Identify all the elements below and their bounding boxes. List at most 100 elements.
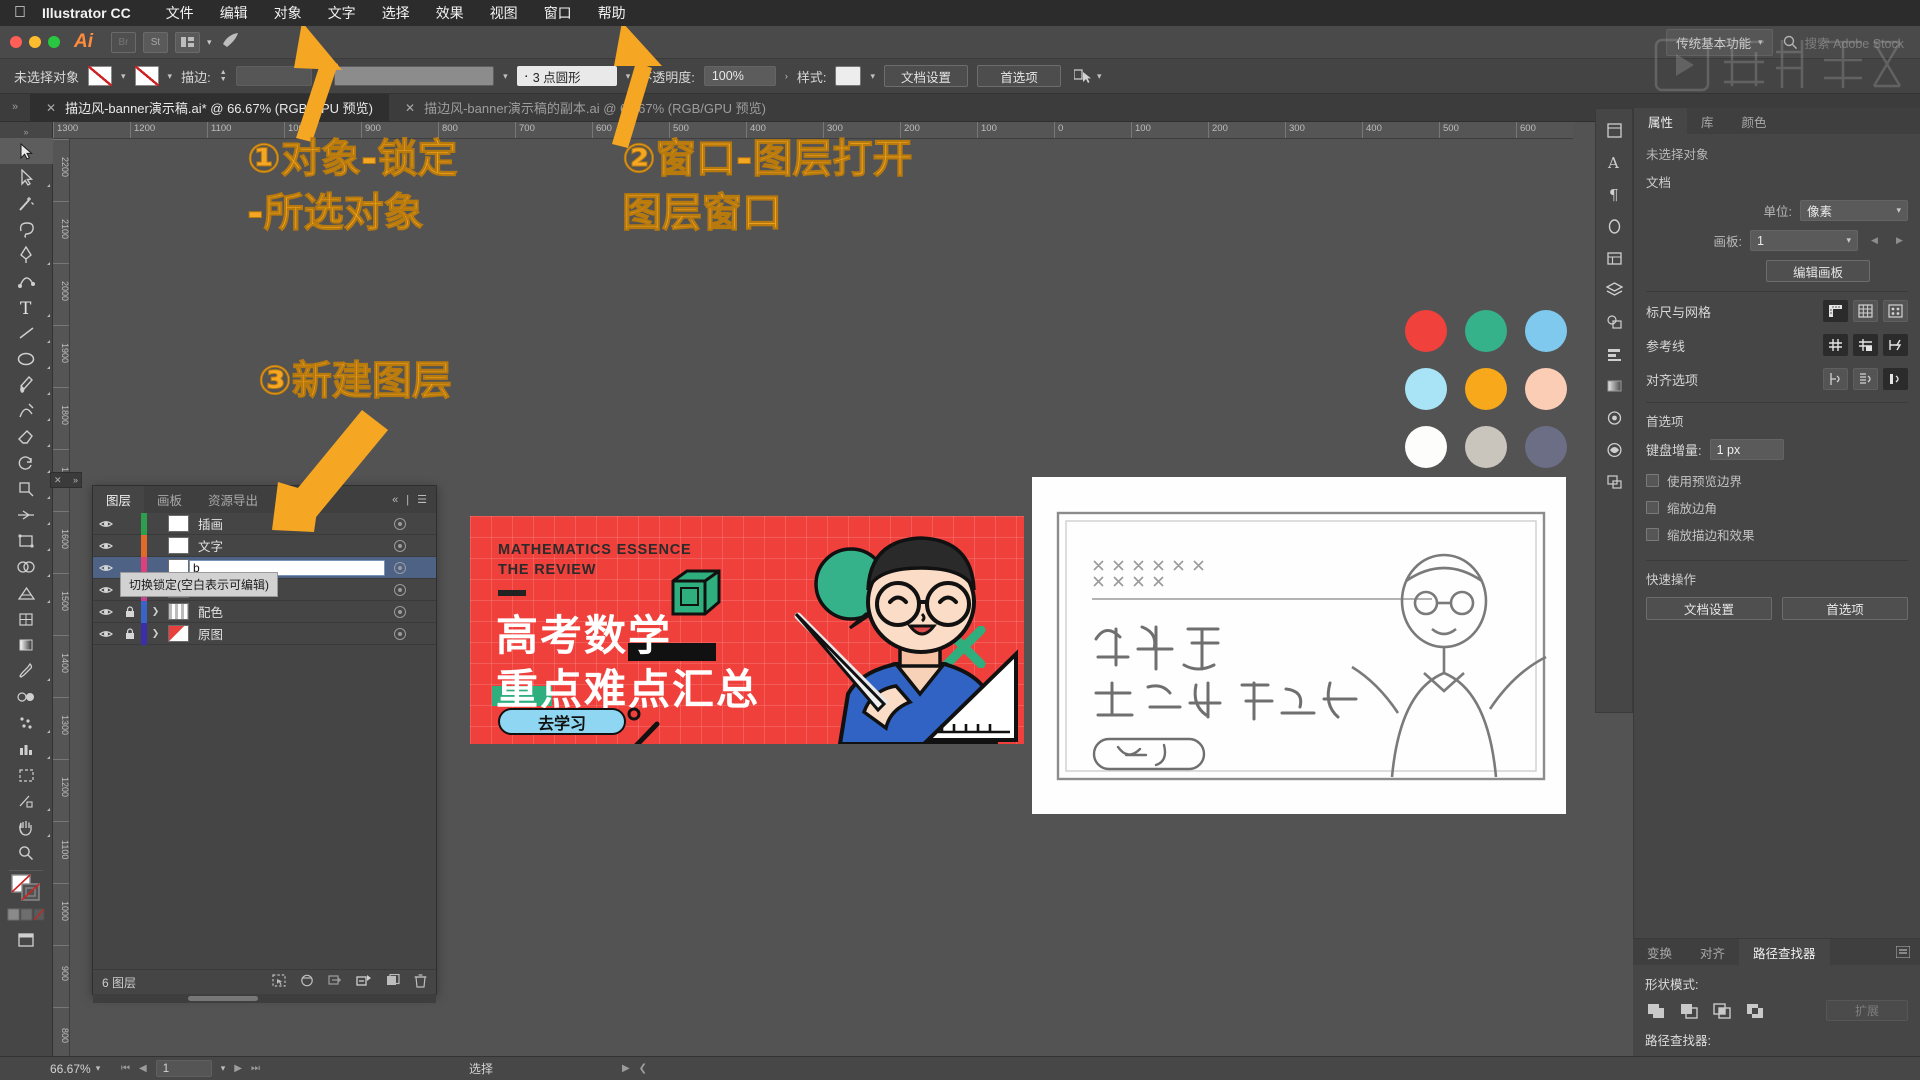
rail-appearance-icon[interactable] — [1597, 403, 1631, 433]
stock-button[interactable]: St — [143, 31, 168, 53]
minus-front-icon[interactable] — [1678, 1001, 1700, 1021]
tool-shape-builder[interactable] — [0, 554, 53, 580]
double-chevron-right-icon[interactable]: » — [73, 475, 78, 485]
tool-lasso[interactable] — [0, 216, 53, 242]
rail-libraries-icon[interactable] — [1597, 243, 1631, 273]
tool-rotate[interactable] — [0, 450, 53, 476]
exclude-icon[interactable] — [1744, 1001, 1766, 1021]
checkbox-icon[interactable] — [1646, 501, 1659, 514]
brush-chevron-icon[interactable]: ▾ — [626, 71, 631, 82]
quick-document-setup-button[interactable]: 文档设置 — [1646, 597, 1772, 620]
show-grid-icon[interactable] — [1853, 300, 1878, 322]
pathfinder-menu-icon[interactable] — [1896, 939, 1920, 965]
tool-type[interactable]: T — [0, 294, 53, 320]
eye-icon[interactable] — [93, 607, 119, 617]
opacity-field[interactable]: 100% — [703, 66, 776, 86]
checkbox-use-preview-bounds[interactable]: 使用预览边界 — [1646, 471, 1908, 490]
smart-guides-icon[interactable] — [1883, 334, 1908, 356]
layer-row[interactable]: ❯ 原图 — [93, 622, 436, 645]
tab-pathfinder[interactable]: 路径查找器 — [1739, 939, 1830, 965]
bridge-button[interactable]: Br — [111, 31, 136, 53]
make-clipping-mask-icon[interactable] — [300, 974, 314, 990]
close-icon[interactable]: ✕ — [54, 475, 62, 486]
prev-artboard-button[interactable]: ◀ — [1866, 232, 1883, 249]
eye-icon[interactable] — [93, 563, 119, 573]
eye-icon[interactable] — [93, 585, 119, 595]
tool-paintbrush[interactable] — [0, 372, 53, 398]
lock-guides-icon[interactable] — [1853, 334, 1878, 356]
document-tab-1[interactable]: ✕ 描边风-banner演示稿.ai* @ 66.67% (RGB/GPU 预览… — [30, 94, 390, 121]
show-transparency-grid-icon[interactable] — [1883, 300, 1908, 322]
opacity-options-icon[interactable]: › — [785, 71, 788, 81]
quick-preferences-button[interactable]: 首选项 — [1782, 597, 1908, 620]
menu-app-name[interactable]: Illustrator CC — [42, 5, 131, 21]
select-similar-chevron-icon[interactable]: ▾ — [1097, 71, 1102, 82]
layer-row[interactable]: ❯ 配色 — [93, 600, 436, 623]
sketch-artwork[interactable] — [1032, 477, 1566, 814]
tool-curvature[interactable] — [0, 268, 53, 294]
delete-layer-icon[interactable] — [414, 973, 427, 991]
tool-eyedropper[interactable] — [0, 658, 53, 684]
rail-character-icon[interactable]: A — [1597, 147, 1631, 177]
close-icon[interactable]: ✕ — [405, 101, 415, 115]
snap-to-point-icon[interactable] — [1823, 368, 1848, 390]
intersect-icon[interactable] — [1711, 1001, 1733, 1021]
tool-artboard[interactable] — [0, 762, 53, 788]
eye-icon[interactable] — [93, 629, 119, 639]
checkbox-icon[interactable] — [1646, 474, 1659, 487]
window-controls[interactable] — [10, 36, 60, 48]
rail-brushes-icon[interactable] — [1597, 435, 1631, 465]
stroke-swatch[interactable] — [134, 66, 159, 86]
rail-layers-icon[interactable] — [1597, 275, 1631, 305]
menu-item-help[interactable]: 帮助 — [585, 3, 639, 23]
tab-artboards[interactable]: 画板 — [144, 486, 195, 513]
minimize-window-button[interactable] — [29, 36, 41, 48]
banner-artwork[interactable]: MATHEMATICS ESSENCE THE REVIEW 高考数学 重点难点… — [470, 516, 1024, 744]
menu-item-edit[interactable]: 编辑 — [207, 3, 261, 23]
rail-symbols-icon[interactable] — [1597, 307, 1631, 337]
status-collapse-button[interactable]: ❮ — [639, 1063, 647, 1074]
tool-zoom[interactable] — [0, 840, 53, 866]
zoom-window-button[interactable] — [48, 36, 60, 48]
rail-paragraph-icon[interactable]: ¶ — [1597, 179, 1631, 209]
double-chevron-left-icon[interactable]: « — [392, 494, 398, 506]
artboard-chevron-icon[interactable]: ▾ — [221, 1063, 226, 1074]
snap-to-grid-icon[interactable] — [1853, 368, 1878, 390]
target-indicator-icon[interactable] — [394, 562, 406, 574]
document-setup-button[interactable]: 文档设置 — [884, 65, 969, 87]
tab-asset-export[interactable]: 资源导出 — [195, 486, 271, 513]
scrollbar-thumb[interactable] — [188, 996, 258, 1001]
new-layer-icon[interactable] — [356, 974, 372, 990]
prev-artboard-button[interactable]: ◀ — [139, 1063, 147, 1074]
tool-magic-wand[interactable] — [0, 190, 53, 216]
unit-select[interactable]: 像素 ▾ — [1800, 200, 1908, 221]
tab-color[interactable]: 颜色 — [1728, 108, 1781, 134]
fill-chevron-icon[interactable]: ▾ — [121, 71, 126, 82]
target-indicator-icon[interactable] — [394, 518, 406, 530]
fill-swatch[interactable] — [88, 66, 113, 86]
tool-mesh[interactable] — [0, 606, 53, 632]
tool-selection[interactable] — [0, 138, 53, 164]
menu-item-file[interactable]: 文件 — [153, 3, 207, 23]
style-chevron-icon[interactable]: ▾ — [870, 71, 875, 82]
target-indicator-icon[interactable] — [394, 628, 406, 640]
document-tab-2[interactable]: ✕ 描边风-banner演示稿的副本.ai @ 66.67% (RGB/GPU … — [389, 94, 782, 121]
select-similar-button[interactable]: ▾ — [1074, 68, 1102, 84]
next-artboard-button[interactable]: ▶ — [234, 1063, 242, 1074]
width-profile-chevron-icon[interactable]: ▾ — [503, 71, 508, 82]
apple-icon[interactable]:  — [14, 5, 26, 21]
lock-icon[interactable] — [119, 627, 141, 640]
layers-panel-collapse-grip[interactable]: ✕ » — [50, 472, 82, 488]
chevron-right-icon[interactable]: ❯ — [147, 628, 164, 639]
expand-button[interactable]: 扩展 — [1826, 1000, 1908, 1021]
layer-row[interactable]: 文字 — [93, 534, 436, 557]
first-artboard-button[interactable]: ⏮ — [121, 1063, 130, 1074]
next-artboard-button[interactable]: ▶ — [1891, 232, 1908, 249]
tool-line-segment[interactable] — [0, 320, 53, 346]
preferences-button[interactable]: 首选项 — [977, 65, 1062, 87]
snap-to-pixel-icon[interactable] — [1883, 368, 1908, 390]
tool-eraser[interactable] — [0, 424, 53, 450]
tab-transform[interactable]: 变换 — [1633, 939, 1686, 965]
menu-item-select[interactable]: 选择 — [369, 3, 423, 23]
layer-name[interactable]: 原图 — [198, 624, 223, 643]
